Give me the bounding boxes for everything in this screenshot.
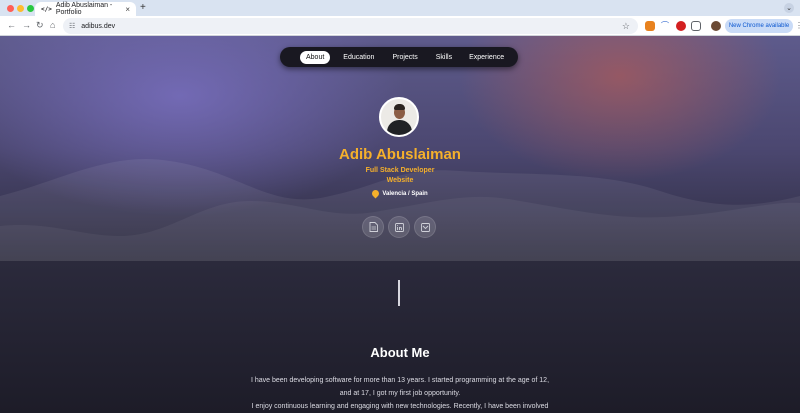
adblock-extension-icon[interactable] (676, 21, 686, 31)
nav-about[interactable]: About (300, 50, 331, 64)
menu-kebab-icon[interactable]: ⋮ (795, 21, 800, 30)
browser-toolbar: ← → ↻ ⌂ ☷ adibus.dev ☆ ⌒ New Chrome avai… (0, 16, 800, 36)
about-title: About Me (370, 345, 430, 360)
metamask-extension-icon[interactable] (645, 21, 655, 31)
zoom-window-button[interactable] (27, 5, 34, 12)
about-line-2: and at 17, I got my first job opportunit… (339, 390, 461, 397)
reload-icon[interactable]: ↻ (36, 20, 44, 31)
mail-button[interactable] (414, 216, 436, 238)
minimize-window-button[interactable] (17, 5, 24, 12)
chrome-update-button[interactable]: New Chrome available (725, 19, 793, 33)
nav-skills[interactable]: Skills (436, 54, 452, 61)
code-icon: </> (41, 5, 52, 13)
location-text: Valencia / Spain (382, 190, 428, 197)
address-bar[interactable]: ☷ adibus.dev ☆ (63, 18, 638, 34)
nav-education[interactable]: Education (343, 54, 374, 61)
arc-extension-icon[interactable]: ⌒ (660, 21, 670, 31)
profile-avatar-icon[interactable] (711, 21, 721, 31)
forward-icon[interactable]: → (22, 20, 31, 30)
resume-button[interactable] (362, 216, 384, 238)
tab-strip: </> Adib Abuslaiman - Portfolio × + ⌄ (0, 0, 800, 16)
location-pin-icon (370, 188, 381, 199)
tab-search-icon[interactable]: ⌄ (784, 3, 794, 13)
location: Valencia / Spain (0, 188, 800, 199)
new-tab-button[interactable]: + (140, 2, 146, 13)
about-line-3: I enjoy continuous learning and engaging… (251, 403, 549, 410)
portfolio-page: About Education Projects Skills Experien… (0, 36, 800, 413)
extensions-puzzle-icon[interactable] (691, 21, 701, 31)
tab-close-icon[interactable]: × (125, 5, 130, 14)
profile-role-sub: Website (386, 177, 414, 184)
profile-avatar (379, 97, 419, 137)
nav-projects[interactable]: Projects (392, 54, 417, 61)
active-tab[interactable]: </> Adib Abuslaiman - Portfolio × (35, 2, 136, 16)
home-icon[interactable]: ⌂ (50, 20, 55, 30)
main-nav: About Education Projects Skills Experien… (280, 47, 518, 67)
close-window-button[interactable] (7, 5, 14, 12)
linkedin-button[interactable] (388, 216, 410, 238)
site-info-icon[interactable]: ☷ (69, 22, 75, 30)
document-icon (369, 222, 378, 232)
bookmark-star-icon[interactable]: ☆ (622, 21, 630, 32)
tab-title: Adib Abuslaiman - Portfolio (55, 2, 113, 16)
about-line-1: I have been developing software for more… (250, 377, 550, 384)
url-text[interactable]: adibus.dev (81, 23, 115, 30)
profile-role: Full Stack Developer (365, 167, 435, 174)
profile-name: Adib Abuslaiman (339, 146, 461, 163)
linkedin-icon (394, 222, 404, 232)
box-icon (420, 222, 430, 232)
scroll-indicator (398, 280, 400, 306)
back-icon[interactable]: ← (7, 20, 16, 30)
nav-experience[interactable]: Experience (469, 54, 504, 61)
